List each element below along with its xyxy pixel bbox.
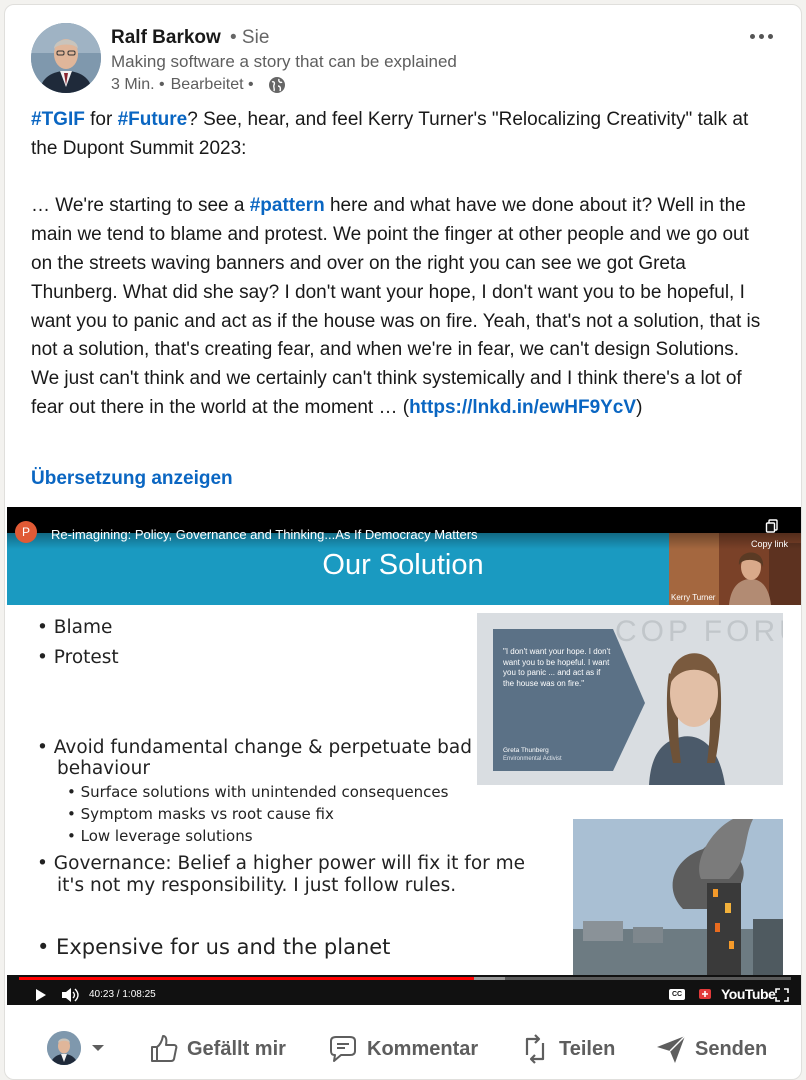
copy-link-icon[interactable] xyxy=(765,519,779,533)
show-translation-link[interactable]: Übersetzung anzeigen xyxy=(31,468,233,490)
post-paragraph: … We're starting to see a #pattern here … xyxy=(31,192,771,422)
fullscreen-icon[interactable] xyxy=(775,988,789,1002)
speaker-name: Kerry Turner xyxy=(671,593,716,602)
comment-icon xyxy=(330,1036,356,1062)
bullet: • Blame xyxy=(37,617,113,638)
captions-button[interactable]: CC xyxy=(669,989,685,1000)
post-text-segment: for xyxy=(84,109,118,130)
author-name[interactable]: Ralf Barkow xyxy=(111,27,221,49)
post-time: 3 Min. • xyxy=(111,76,165,93)
send-icon xyxy=(657,1035,686,1063)
thumbs-up-icon xyxy=(151,1035,178,1062)
video-time: 40:23 / 1:08:25 xyxy=(89,989,156,1000)
quote-author: Greta Thunberg xyxy=(503,747,549,754)
comment-button[interactable]: Kommentar xyxy=(327,1031,478,1067)
progress-fill xyxy=(19,977,475,980)
post-meta: 3 Min. • Bearbeitet • xyxy=(111,76,286,94)
post-text-segment: ) xyxy=(636,396,643,418)
bullet: • Protest xyxy=(37,647,119,668)
channel-avatar[interactable]: P xyxy=(15,521,37,543)
bullet: • Avoid fundamental change & perpetuate … xyxy=(37,737,472,758)
post-body: #TGIF for #Future? See, hear, and feel K… xyxy=(31,106,771,423)
bullet: it's not my responsibility. I just follo… xyxy=(57,875,457,896)
sub-bullet: • Surface solutions with unintended cons… xyxy=(67,783,449,801)
hashtag-link[interactable]: #TGIF xyxy=(31,109,85,130)
author-headline: Making software a story that can be expl… xyxy=(111,52,457,71)
like-label: Gefällt mir xyxy=(187,1037,286,1060)
edited-label: Bearbeitet • xyxy=(170,76,254,93)
post-text-segment: here and what have we done about it? Wel… xyxy=(31,195,761,418)
play-icon[interactable] xyxy=(33,988,47,1002)
greta-quote-image: COP FORUM "I don't want your hope. I don… xyxy=(477,613,783,785)
sub-bullet: • Symptom masks vs root cause fix xyxy=(67,805,334,823)
sub-bullet: • Low leverage solutions xyxy=(67,827,253,845)
repost-icon xyxy=(525,1034,545,1064)
comment-label: Kommentar xyxy=(367,1037,479,1060)
globe-icon xyxy=(268,77,285,93)
quote-author-role: Environmental Activist xyxy=(503,756,562,762)
video-player[interactable]: Our Solution Kerry Turner • Blame • Prot… xyxy=(7,507,801,1005)
bullet: behaviour xyxy=(57,758,150,779)
quote-text: "I don't want your hope. I don't want yo… xyxy=(503,647,611,688)
reacting-as-avatar[interactable] xyxy=(47,1031,81,1065)
bullet: • Expensive for us and the planet xyxy=(37,935,391,959)
video-title[interactable]: Re-imagining: Policy, Governance and Thi… xyxy=(51,527,478,542)
send-button[interactable]: Senden xyxy=(655,1031,767,1067)
send-label: Senden xyxy=(695,1037,768,1060)
share-button[interactable]: Teilen xyxy=(519,1031,615,1067)
tower-fire-image xyxy=(573,819,783,975)
post-text-segment: … We're starting to see a xyxy=(31,195,250,217)
settings-icon[interactable] xyxy=(697,987,713,1001)
share-label: Teilen xyxy=(559,1037,616,1060)
post-card: Ralf Barkow • Sie Making software a stor… xyxy=(4,4,802,1080)
post-paragraph: #TGIF for #Future? See, hear, and feel K… xyxy=(31,106,771,164)
slide-frame: Our Solution Kerry Turner • Blame • Prot… xyxy=(7,533,801,981)
external-link[interactable]: https://lnkd.in/ewHF9YcV xyxy=(409,397,636,418)
copy-link-label[interactable]: Copy link xyxy=(751,539,788,549)
more-options-icon[interactable] xyxy=(743,25,779,47)
chevron-down-icon[interactable] xyxy=(91,1043,105,1053)
bullet: • Governance: Belief a higher power will… xyxy=(37,853,526,874)
connection-degree: • Sie xyxy=(230,27,270,48)
action-bar: Gefällt mir Kommentar Teilen Senden xyxy=(5,1023,801,1075)
hashtag-link[interactable]: #pattern xyxy=(250,195,325,216)
hashtag-link[interactable]: #Future xyxy=(118,109,188,130)
like-button[interactable]: Gefällt mir xyxy=(147,1031,286,1067)
author-avatar[interactable] xyxy=(31,23,101,93)
youtube-logo[interactable]: YouTube xyxy=(721,986,776,1002)
volume-icon[interactable] xyxy=(61,987,79,1003)
